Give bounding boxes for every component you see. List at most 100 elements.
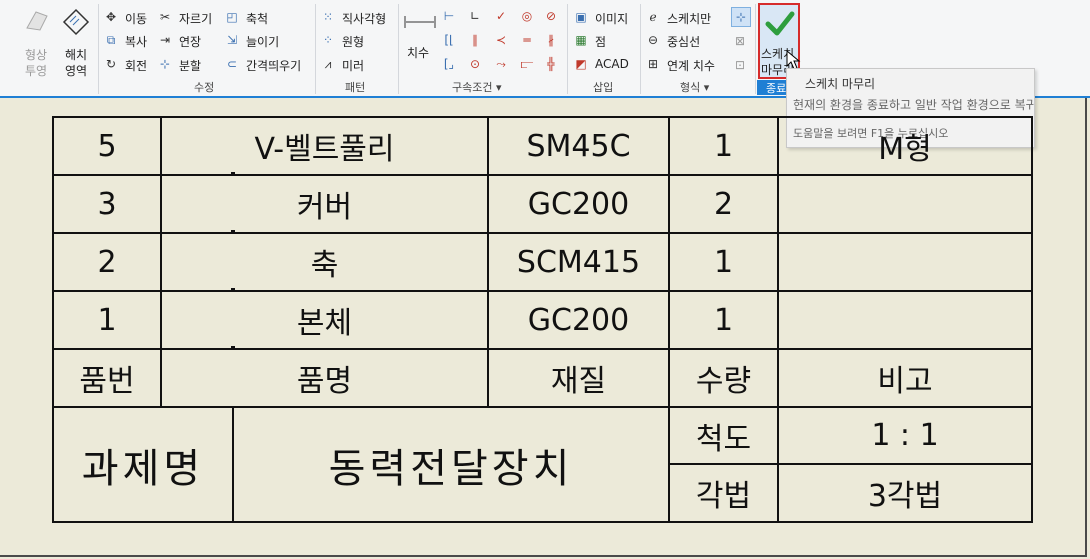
concentric-constraint-icon[interactable]: ✓ [494, 9, 508, 23]
circular-pattern-button[interactable]: ⁘ 원형 [321, 32, 393, 49]
center-point-icon: ⊡ [734, 58, 746, 72]
move-button[interactable]: ✥ 이동 [104, 9, 156, 26]
insert-acad-label: ACAD [595, 57, 629, 71]
equal-constraint-icon[interactable]: ⤳ [494, 57, 508, 71]
offset-button[interactable]: ⊂ 간격띄우기 [225, 56, 313, 73]
insert-group-label: 삽입 [593, 81, 614, 94]
pattern-group-label: 패턴 [345, 81, 366, 94]
rotate-label: 회전 [125, 59, 148, 73]
move-icon: ✥ [105, 10, 117, 24]
check-icon [765, 9, 795, 39]
center-point-toggle[interactable]: ⊡ [731, 56, 751, 76]
ribbon-separator [98, 4, 99, 94]
insert-acad-button[interactable]: ◩ ACAD [574, 56, 640, 73]
split-label: 분할 [179, 59, 202, 73]
centerline-icon: ⊖ [647, 33, 659, 47]
relax-constraint-icon[interactable]: ╬ [544, 57, 558, 71]
collinear-constraint-icon[interactable]: ∟ [468, 9, 482, 23]
ribbon-separator [567, 4, 568, 94]
header-note: 비고 [877, 364, 933, 399]
project-label: 과제명 [81, 445, 205, 492]
header-quantity: 수량 [695, 364, 752, 399]
hatch-region-label-bottom: 영역 [65, 64, 88, 78]
driven-dim-toggle[interactable]: ⊠ [731, 32, 751, 52]
hatch-region-button[interactable]: 해치 영역 [60, 6, 94, 78]
quantity-cell: 1 [713, 128, 734, 164]
scale-label: 척도 [695, 421, 752, 457]
copy-icon: ⧉ [106, 33, 116, 47]
project-geometry-button[interactable]: 형상 투영 [22, 6, 56, 78]
part-number-cell: 2 [97, 244, 117, 280]
rotate-button[interactable]: ↻ 회전 [104, 56, 156, 73]
copy-button[interactable]: ⧉ 복사 [104, 32, 156, 49]
driven-dim-icon: ⊠ [734, 34, 746, 48]
rotate-icon: ↻ [105, 57, 117, 71]
part-number-cell: 1 [97, 302, 117, 338]
rect-pattern-label: 직사각형 [342, 12, 387, 26]
quantity-cell: 2 [713, 186, 734, 222]
material-cell: GC200 [527, 302, 630, 338]
material-cell: SM45C [526, 128, 631, 164]
hatch-region-icon [62, 8, 90, 36]
sketch-only-button[interactable]: ℯ 스케치만 [646, 9, 726, 26]
scale-icon: ◰ [226, 10, 238, 24]
part-number-cell: 5 [97, 128, 117, 164]
dimension-button[interactable]: 치수 [402, 6, 438, 76]
project-geometry-label-bottom: 투영 [25, 64, 48, 78]
image-icon: ▣ [575, 10, 587, 24]
smooth-constraint-icon[interactable]: [⌟ [442, 57, 456, 71]
stretch-button[interactable]: ⇲ 늘이기 [225, 32, 305, 49]
projection-method-label: 각법 [695, 479, 752, 514]
symmetric-constraint-icon[interactable]: ⊙ [468, 57, 482, 71]
insert-point-button[interactable]: ▦ 점 [574, 32, 640, 49]
project-name: 동력전달장치 [328, 445, 574, 492]
quantity-cell: 1 [713, 302, 734, 338]
part-name-cell: 커버 [296, 190, 353, 225]
show-constraint-icon[interactable]: ⫍ [520, 57, 534, 71]
copy-label: 복사 [125, 35, 148, 49]
tangent-constraint-icon[interactable]: ∦ [544, 33, 558, 47]
coincident-constraint-icon[interactable]: ⊢ [442, 9, 456, 23]
quantity-cell: 1 [713, 244, 734, 280]
circular-pattern-icon: ⁘ [322, 33, 334, 47]
projection-method-value: 3각법 [867, 479, 943, 514]
assoc-dim-icon: ⊞ [647, 57, 659, 71]
assoc-dim-label: 연계 치수 [667, 59, 715, 73]
format-group-label[interactable]: 형식 ▾ [680, 79, 709, 95]
move-label: 이동 [125, 12, 148, 26]
extend-label: 연장 [179, 35, 202, 49]
assoc-dim-button[interactable]: ⊞ 연계 치수 [646, 56, 726, 73]
lock-constraint-icon[interactable]: ⊘ [544, 9, 558, 23]
hatch-region-label-top: 해치 [65, 48, 88, 62]
insert-image-button[interactable]: ▣ 이미지 [574, 9, 640, 26]
mirror-label: 미러 [342, 59, 365, 73]
part-number-cell: 3 [97, 186, 117, 222]
vertical-constraint-icon[interactable]: ═ [520, 33, 534, 47]
header-part-name: 품명 [296, 364, 353, 399]
trim-button[interactable]: ✂ 자르기 [158, 9, 220, 26]
offset-label: 간격띄우기 [246, 59, 302, 73]
mirror-button[interactable]: ⩘ 미러 [321, 56, 393, 73]
fix-constraint-icon[interactable]: ◎ [520, 9, 534, 23]
parallel-constraint-icon[interactable]: [⌊ [442, 33, 456, 47]
part-name-cell: V-벨트풀리 [254, 132, 395, 167]
construction-toggle[interactable]: ⊹ [731, 7, 751, 27]
exit-group-label: 종료 [766, 82, 787, 95]
perpendicular-constraint-icon[interactable]: ∥ [468, 33, 482, 47]
split-button[interactable]: ⊹ 분할 [158, 56, 220, 73]
ribbon-separator [315, 4, 316, 94]
centerline-button[interactable]: ⊖ 중심선 [646, 32, 726, 49]
ribbon-separator [640, 4, 641, 94]
ribbon-separator [755, 4, 756, 94]
tooltip-description: 현재의 환경을 종료하고 일반 작업 환경으로 복귀합니다 [793, 98, 1035, 112]
constraint-icon-grid: ⊢ ∟ ✓ ◎ ⊘ [⌊ ∥ ≺ ═ ∦ [⌟ ⊙ ⤳ ⫍ ╬ [442, 8, 562, 76]
header-material: 재질 [550, 364, 607, 399]
scale-button[interactable]: ◰ 축척 [225, 9, 305, 26]
horizontal-constraint-icon[interactable]: ≺ [494, 33, 508, 47]
rect-pattern-button[interactable]: ⁙ 직사각형 [321, 9, 393, 26]
extend-button[interactable]: ⇥ 연장 [158, 32, 220, 49]
scissors-icon: ✂ [159, 10, 171, 24]
constraint-group-label[interactable]: 구속조건 ▾ [452, 79, 502, 95]
project-geometry-icon [24, 8, 50, 34]
offset-icon: ⊂ [226, 57, 238, 71]
